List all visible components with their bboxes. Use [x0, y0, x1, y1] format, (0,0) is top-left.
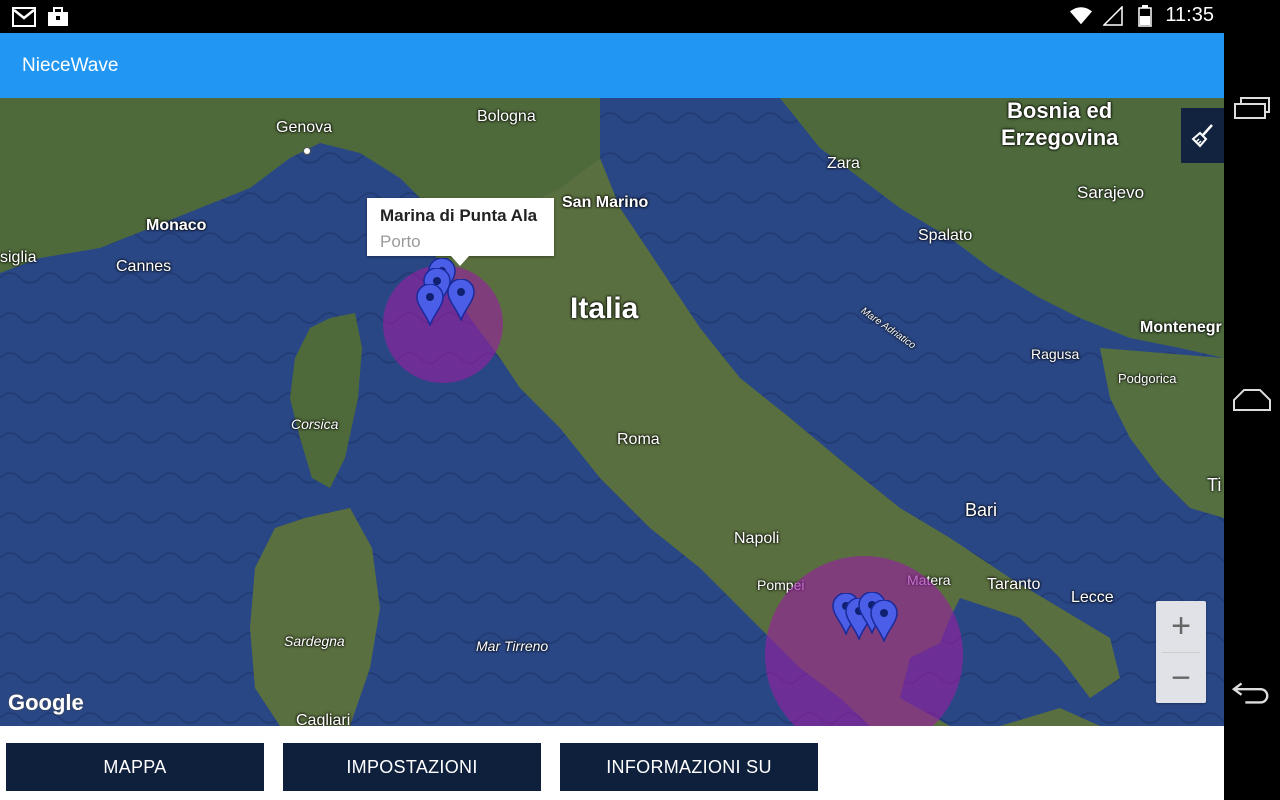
zoom-out-button[interactable]: −: [1156, 653, 1206, 703]
label-lecce: Lecce: [1071, 589, 1114, 606]
label-ragusa: Ragusa: [1031, 346, 1080, 362]
briefcase-icon: [46, 6, 70, 28]
label-bari: Bari: [965, 500, 998, 520]
label-bosnia-line1: Bosnia ed: [1007, 98, 1113, 123]
about-button[interactable]: INFORMAZIONI SU: [560, 743, 818, 791]
label-bosnia-line2: Erzegovina: [1001, 125, 1119, 150]
system-nav-bar: [1224, 0, 1280, 800]
google-logo: Google: [8, 690, 84, 715]
label-tirana: Ti: [1207, 475, 1222, 495]
app-title: NieceWave: [22, 55, 119, 76]
satellite-map: [0, 98, 1224, 726]
recent-apps-icon[interactable]: [1232, 88, 1272, 128]
status-bar: 11:35: [0, 0, 1224, 33]
label-spalato: Spalato: [918, 227, 973, 244]
label-corsica: Corsica: [291, 416, 339, 432]
label-cannes: Cannes: [116, 258, 172, 275]
label-roma: Roma: [617, 431, 660, 448]
wifi-icon: [1069, 5, 1093, 27]
label-marsiglia: siglia: [0, 249, 37, 266]
home-icon[interactable]: [1232, 380, 1272, 420]
bottom-button-bar: MAPPA IMPOSTAZIONI INFORMAZIONI SU: [0, 726, 1224, 800]
marker-dot: [303, 142, 311, 160]
info-window-title: Marina di Punta Ala: [380, 206, 538, 225]
info-window[interactable]: Marina di Punta Ala Porto: [367, 198, 554, 266]
app-bar: NieceWave: [0, 33, 1224, 98]
label-genova: Genova: [276, 119, 333, 136]
settings-button[interactable]: IMPOSTAZIONI: [283, 743, 541, 791]
zoom-controls: + −: [1156, 601, 1206, 703]
label-mar-tirreno: Mar Tirreno: [476, 638, 549, 654]
label-sardegna: Sardegna: [284, 633, 345, 649]
label-zara: Zara: [827, 155, 860, 172]
info-window-subtitle: Porto: [380, 232, 421, 251]
map-pin-icon[interactable]: [870, 600, 898, 642]
back-icon[interactable]: [1232, 672, 1272, 712]
map-pin-icon[interactable]: [447, 279, 475, 321]
status-time: 11:35: [1165, 4, 1214, 26]
clear-map-button[interactable]: [1181, 108, 1224, 163]
signal-icon: [1101, 5, 1125, 27]
label-cagliari: Cagliari: [296, 712, 351, 726]
broom-icon: [1191, 123, 1213, 147]
gmail-icon: [12, 6, 36, 28]
label-sarajevo: Sarajevo: [1077, 183, 1145, 202]
label-napoli: Napoli: [734, 530, 780, 547]
zoom-in-button[interactable]: +: [1156, 601, 1206, 651]
label-bologna: Bologna: [477, 108, 536, 125]
map-button[interactable]: MAPPA: [6, 743, 264, 791]
label-monaco: Monaco: [146, 217, 207, 234]
label-montenegro: Montenegr: [1140, 319, 1222, 336]
map-view[interactable]: Genova Bologna San Marino Monaco Cannes …: [0, 98, 1224, 726]
battery-icon: [1133, 4, 1157, 27]
map-pin-icon[interactable]: [416, 284, 444, 326]
label-italia: Italia: [570, 292, 639, 325]
label-podgorica: Podgorica: [1118, 371, 1177, 386]
label-taranto: Taranto: [987, 576, 1041, 593]
label-san-marino: San Marino: [562, 194, 649, 211]
